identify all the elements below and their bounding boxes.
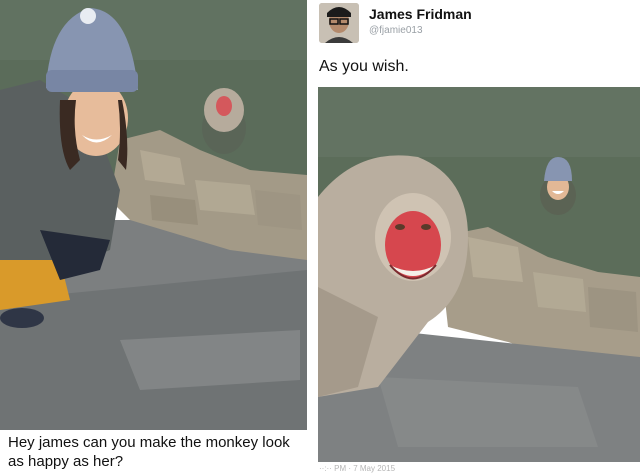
original-photo[interactable] bbox=[0, 0, 307, 430]
request-caption: Hey james can you make the monkey look a… bbox=[8, 434, 290, 470]
user-handle[interactable]: @fjamie013 bbox=[369, 25, 423, 36]
original-photo-image bbox=[0, 0, 307, 430]
tweet-timestamp: ··:·· PM · 7 May 2015 bbox=[319, 464, 396, 473]
tweet-text: As you wish. bbox=[319, 58, 409, 75]
left-panel: Hey james can you make the monkey look a… bbox=[0, 0, 307, 476]
tweet-panel: James Fridman @fjamie013 As you wish. ··… bbox=[313, 0, 640, 476]
avatar-icon[interactable] bbox=[319, 3, 359, 43]
edited-photo-image bbox=[318, 87, 640, 462]
user-name[interactable]: James Fridman bbox=[369, 6, 472, 22]
edited-photo[interactable] bbox=[318, 87, 640, 462]
